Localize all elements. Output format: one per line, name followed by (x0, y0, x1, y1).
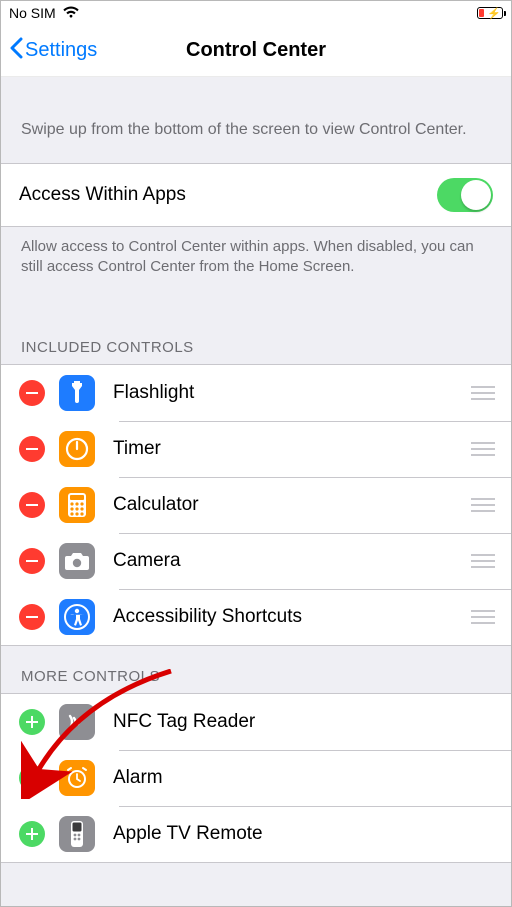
row-label: Alarm (113, 767, 497, 789)
remove-button[interactable] (19, 436, 45, 462)
row-label: NFC Tag Reader (113, 711, 497, 733)
nfc-icon (59, 704, 95, 740)
add-button[interactable] (19, 765, 45, 791)
access-within-apps-row: Access Within Apps (1, 163, 511, 227)
remove-button[interactable] (19, 492, 45, 518)
carrier-text: No SIM (9, 5, 56, 21)
row-flashlight[interactable]: Flashlight (1, 365, 511, 421)
row-alarm[interactable]: Alarm (1, 750, 511, 806)
row-label: Timer (113, 438, 467, 460)
apple-tv-remote-icon (59, 816, 95, 852)
remove-button[interactable] (19, 380, 45, 406)
reorder-handle-icon[interactable] (467, 386, 497, 400)
wifi-icon (62, 5, 80, 22)
reorder-handle-icon[interactable] (467, 610, 497, 624)
calculator-icon (59, 487, 95, 523)
row-timer[interactable]: Timer (1, 421, 511, 477)
row-apple-tv-remote[interactable]: Apple TV Remote (1, 806, 511, 862)
row-label: Calculator (113, 494, 467, 516)
nav-bar: Settings Control Center (1, 25, 511, 77)
camera-icon (59, 543, 95, 579)
included-controls-list: Flashlight Timer Calculator (1, 364, 511, 646)
add-button[interactable] (19, 709, 45, 735)
add-button[interactable] (19, 821, 45, 847)
remove-button[interactable] (19, 604, 45, 630)
more-controls-list: NFC Tag Reader Alarm Apple TV Remote (1, 693, 511, 863)
row-label: Apple TV Remote (113, 823, 497, 845)
included-controls-header: INCLUDED CONTROLS (1, 317, 511, 364)
battery-icon: ⚡ (477, 7, 503, 19)
reorder-handle-icon[interactable] (467, 554, 497, 568)
access-within-apps-switch[interactable] (437, 178, 493, 212)
row-label: Accessibility Shortcuts (113, 606, 467, 628)
back-button[interactable]: Settings (1, 37, 97, 65)
row-camera[interactable]: Camera (1, 533, 511, 589)
reorder-handle-icon[interactable] (467, 442, 497, 456)
access-within-apps-label: Access Within Apps (19, 184, 186, 206)
row-accessibility-shortcuts[interactable]: Accessibility Shortcuts (1, 589, 511, 645)
reorder-handle-icon[interactable] (467, 498, 497, 512)
accessibility-icon (59, 599, 95, 635)
more-controls-header: MORE CONTROLS (1, 646, 511, 693)
timer-icon (59, 431, 95, 467)
alarm-icon (59, 760, 95, 796)
row-nfc-tag-reader[interactable]: NFC Tag Reader (1, 694, 511, 750)
flashlight-icon (59, 375, 95, 411)
row-label: Camera (113, 550, 467, 572)
row-label: Flashlight (113, 382, 467, 404)
footnote-text: Allow access to Control Center within ap… (1, 227, 511, 318)
remove-button[interactable] (19, 548, 45, 574)
back-label: Settings (25, 39, 97, 62)
row-calculator[interactable]: Calculator (1, 477, 511, 533)
hint-text: Swipe up from the bottom of the screen t… (1, 77, 511, 163)
chevron-left-icon (9, 37, 23, 65)
status-bar: No SIM ⚡ (1, 1, 511, 25)
